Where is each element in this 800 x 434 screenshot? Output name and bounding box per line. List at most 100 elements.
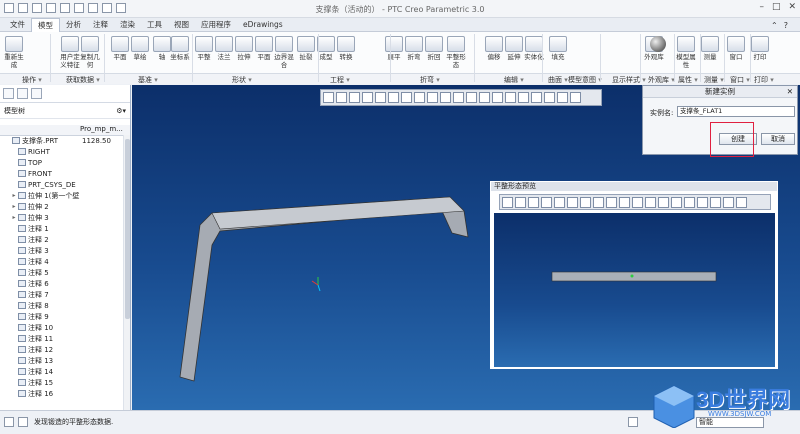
tree-item[interactable]: RIGHT	[0, 146, 124, 157]
preview-viewport[interactable]	[494, 213, 775, 367]
scrollbar-thumb[interactable]	[125, 139, 130, 319]
tree-item[interactable]: 注释 2	[0, 234, 124, 245]
preview-tool-icon[interactable]	[554, 197, 565, 208]
minimize-icon[interactable]: –	[759, 2, 764, 12]
ribbon-group-5[interactable]: 折弯	[420, 75, 440, 85]
ribbon-group-0[interactable]: 操作	[22, 75, 42, 85]
menu-item-5[interactable]: 工具	[141, 18, 168, 31]
tree-item[interactable]: 注释 8	[0, 300, 124, 311]
ribbon-group-7[interactable]: 曲面	[548, 75, 568, 85]
tree-scrollbar[interactable]	[123, 135, 130, 410]
tree-item[interactable]: ▸ 拉伸 3	[0, 212, 124, 223]
ribbon-group-2[interactable]: 基准	[138, 75, 158, 85]
close-icon[interactable]: ✕	[788, 2, 796, 12]
menu-item-8[interactable]: eDrawings	[237, 19, 289, 30]
rip-button[interactable]: 扯裂	[296, 36, 316, 61]
preview-tool-icon[interactable]	[502, 197, 513, 208]
planar-button[interactable]: 平面	[254, 36, 274, 61]
menu-item-0[interactable]: 文件	[4, 18, 31, 31]
ribbon-group-6[interactable]: 编辑	[504, 75, 524, 85]
maximize-icon[interactable]: □	[772, 2, 781, 12]
model-tree-tab-icon[interactable]	[3, 88, 14, 99]
bend-button[interactable]: 折弯	[404, 36, 424, 61]
tree-tab-label[interactable]: 模型树	[4, 106, 25, 116]
ribbon-group-10[interactable]: 外观库	[648, 75, 675, 85]
bend-back-button[interactable]: 折回	[424, 36, 444, 61]
menu-item-3[interactable]: 注释	[87, 18, 114, 31]
preview-tool-icon[interactable]	[645, 197, 656, 208]
ribbon-group-8[interactable]: 模型意图	[568, 75, 602, 85]
status-filter-icon[interactable]	[628, 417, 638, 427]
ribbon-group-12[interactable]: 测量	[704, 75, 724, 85]
model-property-button[interactable]: 模型属性	[676, 36, 696, 69]
preview-tool-icon[interactable]	[736, 197, 747, 208]
expand-arrow-icon[interactable]: ▸	[10, 192, 18, 199]
ribbon-group-13[interactable]: 窗口	[730, 75, 750, 85]
tree-settings-icon[interactable]: ⚙▾	[116, 107, 126, 115]
preview-tool-icon[interactable]	[697, 197, 708, 208]
preview-tool-icon[interactable]	[515, 197, 526, 208]
preview-tool-icon[interactable]	[671, 197, 682, 208]
tree-item[interactable]: 注释 14	[0, 366, 124, 377]
tree-item[interactable]: 注释 10	[0, 322, 124, 333]
unbend-button[interactable]: 展平	[384, 36, 404, 61]
preview-tool-icon[interactable]	[684, 197, 695, 208]
preview-tool-icon[interactable]	[593, 197, 604, 208]
ribbon-group-1[interactable]: 获取数据	[66, 75, 100, 85]
print-button[interactable]: 打印	[750, 36, 770, 61]
fill-button[interactable]: 填充	[548, 36, 568, 61]
tree-item[interactable]: 注释 1	[0, 223, 124, 234]
sketch-button[interactable]: 草绘	[130, 36, 150, 61]
boundary-blend-button[interactable]: 边界混合	[274, 36, 294, 69]
solidify-button[interactable]: 实体化	[524, 36, 544, 61]
tree-item[interactable]: 注释 9	[0, 311, 124, 322]
tree-item[interactable]: 注释 12	[0, 344, 124, 355]
expand-arrow-icon[interactable]: ▸	[10, 214, 18, 221]
tree-item[interactable]: 注释 6	[0, 278, 124, 289]
preview-tool-icon[interactable]	[528, 197, 539, 208]
tree-item[interactable]: 注释 4	[0, 256, 124, 267]
tree-item[interactable]: FRONT	[0, 168, 124, 179]
plane-button[interactable]: 平面	[110, 36, 130, 61]
expand-arrow-icon[interactable]: ▸	[10, 203, 18, 210]
convert-button[interactable]: 转换	[336, 36, 356, 61]
tree-item[interactable]: TOP	[0, 157, 124, 168]
form-button[interactable]: 成型	[316, 36, 336, 61]
ribbon-group-3[interactable]: 形状	[232, 75, 252, 85]
appearance-sphere-icon[interactable]	[650, 36, 666, 52]
tree-item[interactable]: ▸ 拉伸 1(第一个壁	[0, 190, 124, 201]
tree-item[interactable]: 注释 13	[0, 355, 124, 366]
preview-tool-icon[interactable]	[606, 197, 617, 208]
preview-tool-icon[interactable]	[658, 197, 669, 208]
user-feature-button[interactable]: 用户定义特征	[60, 36, 80, 69]
method-button[interactable]: 法兰	[214, 36, 234, 61]
ribbon-group-11[interactable]: 属性	[678, 75, 698, 85]
tree-item[interactable]: 注释 3	[0, 245, 124, 256]
preview-tool-icon[interactable]	[580, 197, 591, 208]
instance-name-input[interactable]: 支撑条_FLAT1	[677, 106, 795, 117]
tree-item[interactable]: 注释 5	[0, 267, 124, 278]
extend-button[interactable]: 延伸	[504, 36, 524, 61]
tree-item[interactable]: 注释 7	[0, 289, 124, 300]
ribbon-group-14[interactable]: 打印	[754, 75, 774, 85]
measure-button[interactable]: 测量	[700, 36, 720, 61]
preview-tool-icon[interactable]	[619, 197, 630, 208]
tree-item[interactable]: 支撑条.PRT 1128.50	[0, 135, 124, 146]
flat-pattern-button[interactable]: 平整形态	[446, 36, 466, 69]
regenerate-button[interactable]: 重新生成	[4, 36, 24, 69]
cancel-button[interactable]: 取消	[761, 133, 795, 145]
preview-tool-icon[interactable]	[632, 197, 643, 208]
ribbon-group-4[interactable]: 工程	[330, 75, 350, 85]
tree-name-column[interactable]	[0, 125, 80, 135]
preview-tool-icon[interactable]	[567, 197, 578, 208]
folder-browser-icon[interactable]	[17, 88, 28, 99]
preview-tool-icon[interactable]	[710, 197, 721, 208]
preview-tool-icon[interactable]	[723, 197, 734, 208]
status-model-icon[interactable]	[4, 417, 14, 427]
menu-item-6[interactable]: 视图	[168, 18, 195, 31]
tree-item[interactable]: PRT_CSYS_DE	[0, 179, 124, 190]
menu-item-4[interactable]: 渲染	[114, 18, 141, 31]
extrude-button[interactable]: 拉伸	[234, 36, 254, 61]
help-icon[interactable]: ?	[784, 21, 788, 30]
dialog-close-icon[interactable]: ✕	[787, 86, 793, 98]
